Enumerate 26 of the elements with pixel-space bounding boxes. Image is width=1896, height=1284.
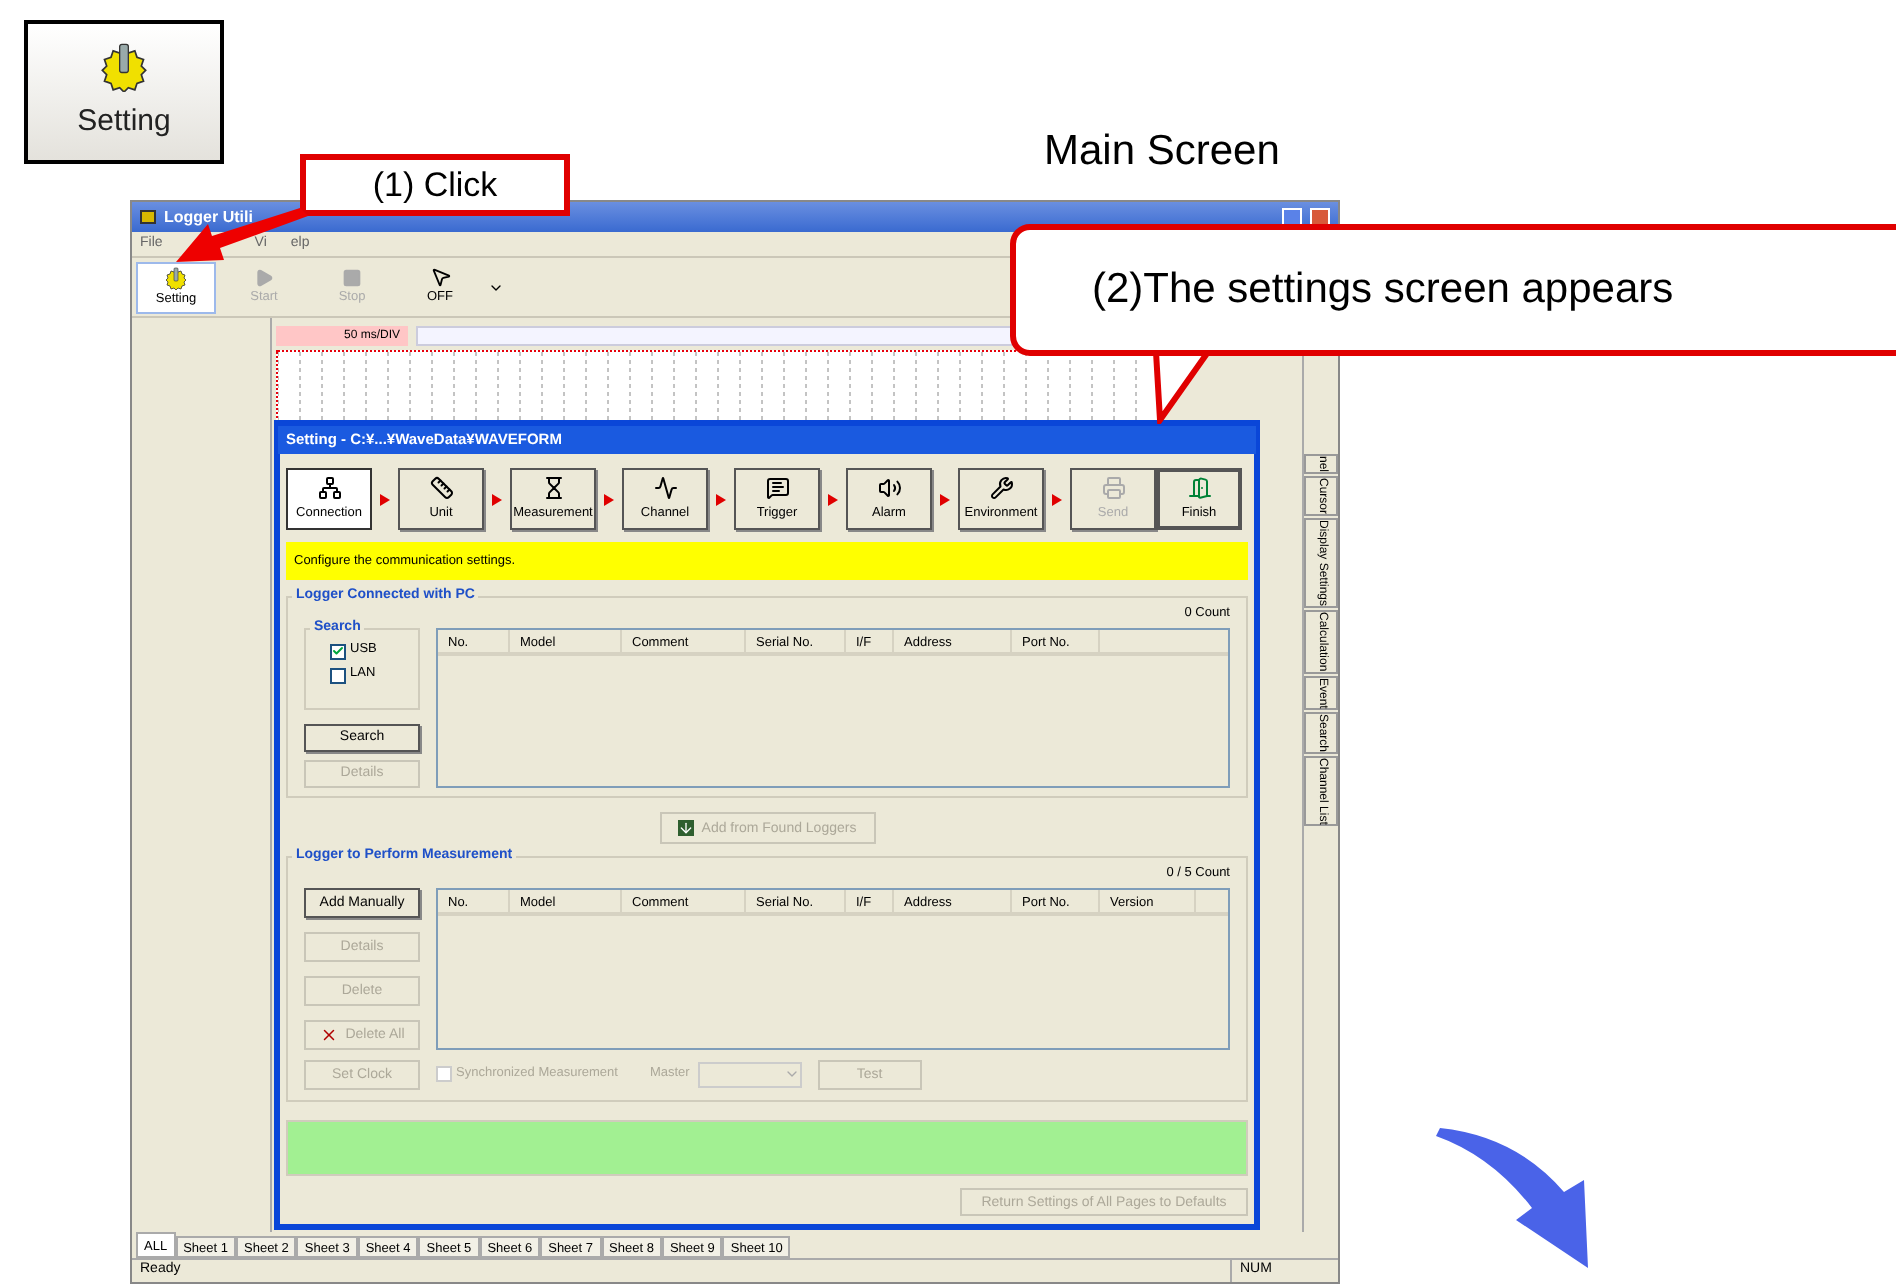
step-icon	[1101, 475, 1125, 500]
caption: Main Screen	[1044, 126, 1280, 178]
gear-icon	[98, 39, 150, 92]
checkbox[interactable]	[330, 643, 346, 659]
delete-icon	[319, 1025, 338, 1043]
close-button[interactable]	[1310, 207, 1330, 227]
gear-icon	[164, 265, 188, 290]
setting-button[interactable]: Setting	[24, 20, 224, 164]
checkbox[interactable]	[330, 667, 346, 683]
step-icon	[877, 475, 901, 500]
step-icon	[653, 475, 677, 500]
step-icon	[989, 475, 1013, 500]
step-icon	[765, 475, 789, 500]
dropdown-caret-icon	[783, 1066, 800, 1082]
callout-text: (1) Click	[372, 163, 498, 208]
step-icon	[429, 475, 453, 500]
step-icon	[541, 475, 565, 500]
window-title: Logger Utili	[164, 205, 253, 229]
step-icon	[317, 475, 341, 500]
callout-text: (2)The settings screen appears	[1092, 264, 1674, 317]
stop-icon	[342, 267, 362, 288]
app-icon	[140, 210, 156, 224]
play-icon	[254, 267, 274, 288]
maximize-button[interactable]	[1282, 207, 1302, 227]
pointer-icon	[429, 266, 451, 289]
door-icon	[1187, 475, 1211, 500]
